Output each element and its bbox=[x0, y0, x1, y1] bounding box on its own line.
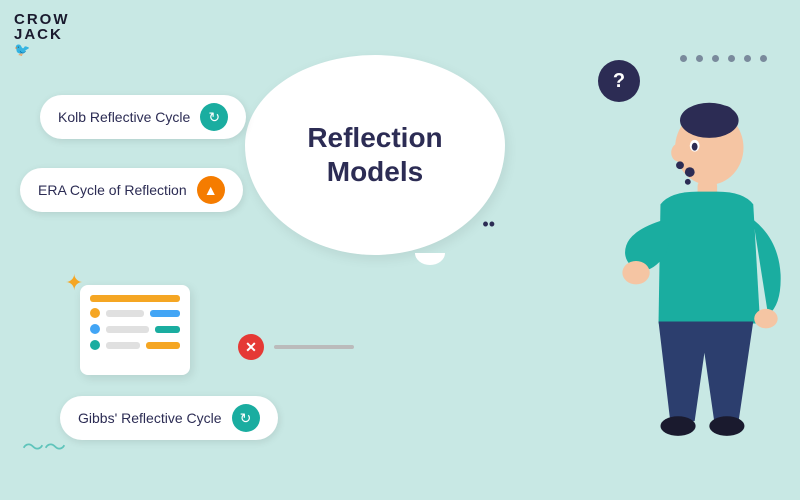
doc-line-1 bbox=[90, 295, 180, 302]
x-circle-icon: ✕ bbox=[238, 334, 264, 360]
logo-line2: JACK bbox=[14, 27, 70, 42]
era-label: ERA Cycle of Reflection bbox=[38, 182, 187, 198]
logo-line1: CROW bbox=[14, 12, 70, 27]
doc-row-2 bbox=[90, 324, 180, 334]
kolb-label: Kolb Reflective Cycle bbox=[58, 109, 190, 125]
person-illustration bbox=[570, 50, 790, 470]
reflection-models-bubble: Reflection Models •• bbox=[245, 55, 505, 255]
bubble-title-line1: Reflection bbox=[307, 122, 442, 153]
doc-rect-5 bbox=[106, 342, 140, 349]
bubble-dots: •• bbox=[482, 214, 495, 235]
x-line bbox=[274, 345, 354, 349]
sparkle-icon: ✦ bbox=[65, 270, 83, 296]
doc-rect-4 bbox=[155, 326, 180, 333]
doc-rect-1 bbox=[106, 310, 144, 317]
logo: CROW JACK 🐦 bbox=[14, 12, 70, 58]
wave-decoration: 〜〜 bbox=[22, 430, 66, 462]
doc-rect-2 bbox=[150, 310, 180, 317]
era-icon: ▲ bbox=[197, 176, 225, 204]
doc-row-1 bbox=[90, 308, 180, 318]
bubble-title-line2: Models bbox=[327, 156, 423, 187]
doc-circle-1 bbox=[90, 308, 100, 318]
gibbs-icon: ↻ bbox=[232, 404, 260, 432]
doc-rect-6 bbox=[146, 342, 180, 349]
doc-rect-3 bbox=[106, 326, 149, 333]
gibbs-label: Gibbs' Reflective Cycle bbox=[78, 410, 222, 426]
kolb-pill[interactable]: Kolb Reflective Cycle ↻ bbox=[40, 95, 246, 139]
x-button-area: ✕ bbox=[238, 334, 354, 360]
doc-row-3 bbox=[90, 340, 180, 350]
doc-illustration bbox=[80, 285, 190, 375]
era-pill[interactable]: ERA Cycle of Reflection ▲ bbox=[20, 168, 243, 212]
logo-bird-icon: 🐦 bbox=[14, 42, 70, 58]
bubble-title: Reflection Models bbox=[307, 121, 442, 188]
gibbs-pill[interactable]: Gibbs' Reflective Cycle ↻ bbox=[60, 396, 278, 440]
kolb-icon: ↻ bbox=[200, 103, 228, 131]
doc-circle-2 bbox=[90, 324, 100, 334]
doc-circle-3 bbox=[90, 340, 100, 350]
